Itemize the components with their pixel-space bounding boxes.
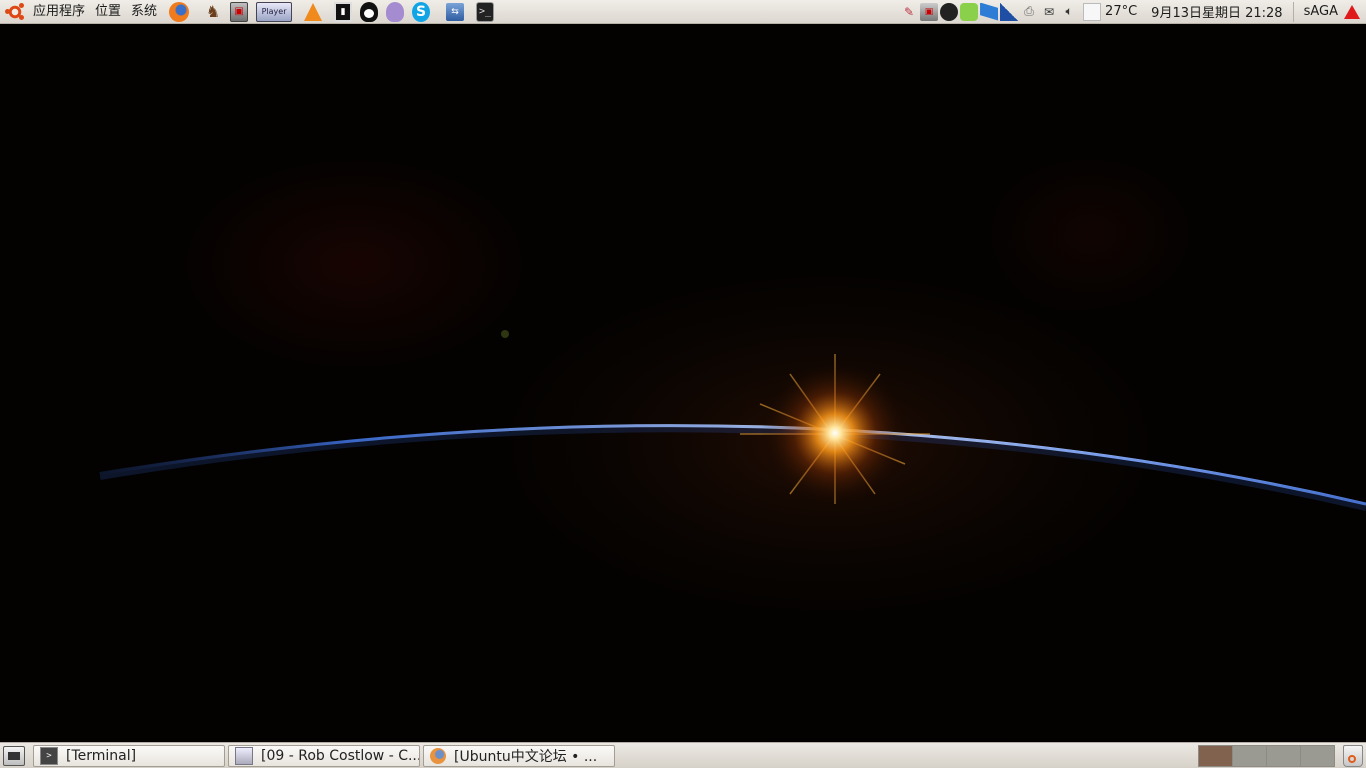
sun: [760, 358, 910, 508]
qq-launcher[interactable]: [358, 1, 380, 22]
box-launcher[interactable]: ▣: [228, 1, 250, 22]
tv-launcher[interactable]: ▮: [332, 1, 354, 22]
rabbit-icon: ♞: [205, 2, 221, 21]
show-desktop-icon: [8, 751, 20, 760]
ubuntu-logo-icon[interactable]: [5, 2, 24, 21]
menu-places[interactable]: 位置: [90, 0, 126, 24]
terminal-icon: >_: [476, 1, 495, 22]
bottom-panel: > [Terminal] [09 - Rob Costlow - C... [U…: [0, 742, 1366, 768]
task-firefox[interactable]: [Ubuntu中文论坛 • ...: [423, 744, 615, 767]
green-tray-icon[interactable]: [960, 2, 979, 21]
skype-launcher[interactable]: S: [410, 1, 432, 22]
panel-separator: [1292, 1, 1294, 22]
top-panel: 应用程序 位置 系统 ♞ ▣ Player ▮ S ⇆ >_ ✎ ▣ ⎙ ✉ 🔈…: [0, 0, 1366, 24]
qq-icon: [360, 1, 379, 22]
blue-tray-icon[interactable]: [980, 2, 999, 21]
signal-icon[interactable]: [1000, 2, 1019, 21]
task-terminal[interactable]: > [Terminal]: [33, 744, 225, 767]
system-tray: ✎ ▣ ⎙ ✉ 🔈︎ 27°C 9月13日星期日 21:28 sAGA: [899, 0, 1366, 24]
volume-icon[interactable]: 🔈︎: [1060, 3, 1078, 21]
trash-icon[interactable]: [1343, 744, 1363, 767]
player-label: Player: [261, 7, 287, 16]
workspace-1[interactable]: [1198, 744, 1233, 767]
document-icon: [235, 746, 253, 765]
task-label: [Terminal]: [66, 747, 137, 764]
qq-tray-icon[interactable]: [940, 2, 959, 21]
rabbit-launcher[interactable]: ♞: [202, 2, 224, 22]
menu-system[interactable]: 系统: [126, 0, 162, 24]
terminal-icon: >: [40, 746, 58, 765]
terminal-launcher[interactable]: >_: [474, 1, 496, 22]
desktop-wallpaper[interactable]: [0, 24, 1366, 742]
network-icon: ⇆: [446, 2, 465, 21]
tv-icon: ▮: [334, 1, 353, 22]
media-player-launcher[interactable]: Player: [254, 1, 294, 22]
workspace-switcher: [1198, 744, 1335, 767]
vlc-launcher[interactable]: [302, 2, 324, 22]
lens-flare: [501, 330, 509, 338]
firefox-tray-icon[interactable]: ✎: [900, 3, 918, 21]
media-player-icon: Player: [256, 1, 293, 22]
temperature[interactable]: 27°C: [1101, 4, 1141, 19]
task-label: [09 - Rob Costlow - C...: [261, 747, 419, 764]
firefox-icon: [169, 1, 190, 22]
weather-icon[interactable]: [1083, 2, 1102, 21]
box-tray-icon[interactable]: ▣: [920, 2, 939, 21]
mail-icon[interactable]: ✉: [1040, 3, 1058, 21]
clock[interactable]: 9月13日星期日 21:28: [1147, 2, 1286, 21]
workspace-2[interactable]: [1232, 744, 1267, 767]
firefox-launcher[interactable]: [168, 1, 190, 22]
show-desktop-button[interactable]: [3, 745, 25, 766]
task-label: [Ubuntu中文论坛 • ...: [454, 748, 598, 765]
workspace-3[interactable]: [1266, 744, 1301, 767]
menu-applications[interactable]: 应用程序: [28, 0, 90, 24]
task-music-player[interactable]: [09 - Rob Costlow - C...: [228, 744, 420, 767]
user-name[interactable]: sAGA: [1300, 4, 1342, 19]
workspace-4[interactable]: [1300, 744, 1335, 767]
alert-icon[interactable]: [1344, 4, 1360, 19]
qq-alt-launcher[interactable]: [384, 1, 406, 22]
vlc-icon: [304, 2, 323, 21]
main-menu-bar: 应用程序 位置 系统: [0, 0, 162, 24]
sunrise-wallpaper-image: [99, 224, 1366, 664]
printer-icon[interactable]: ⎙: [1020, 3, 1038, 21]
skype-icon: S: [412, 1, 431, 22]
network-launcher[interactable]: ⇆: [444, 2, 466, 22]
launchers: ♞ ▣ Player ▮ S ⇆ >_: [166, 1, 498, 22]
box-icon: ▣: [230, 1, 249, 22]
qq-alt-icon: [386, 1, 405, 22]
firefox-icon: [430, 747, 446, 764]
